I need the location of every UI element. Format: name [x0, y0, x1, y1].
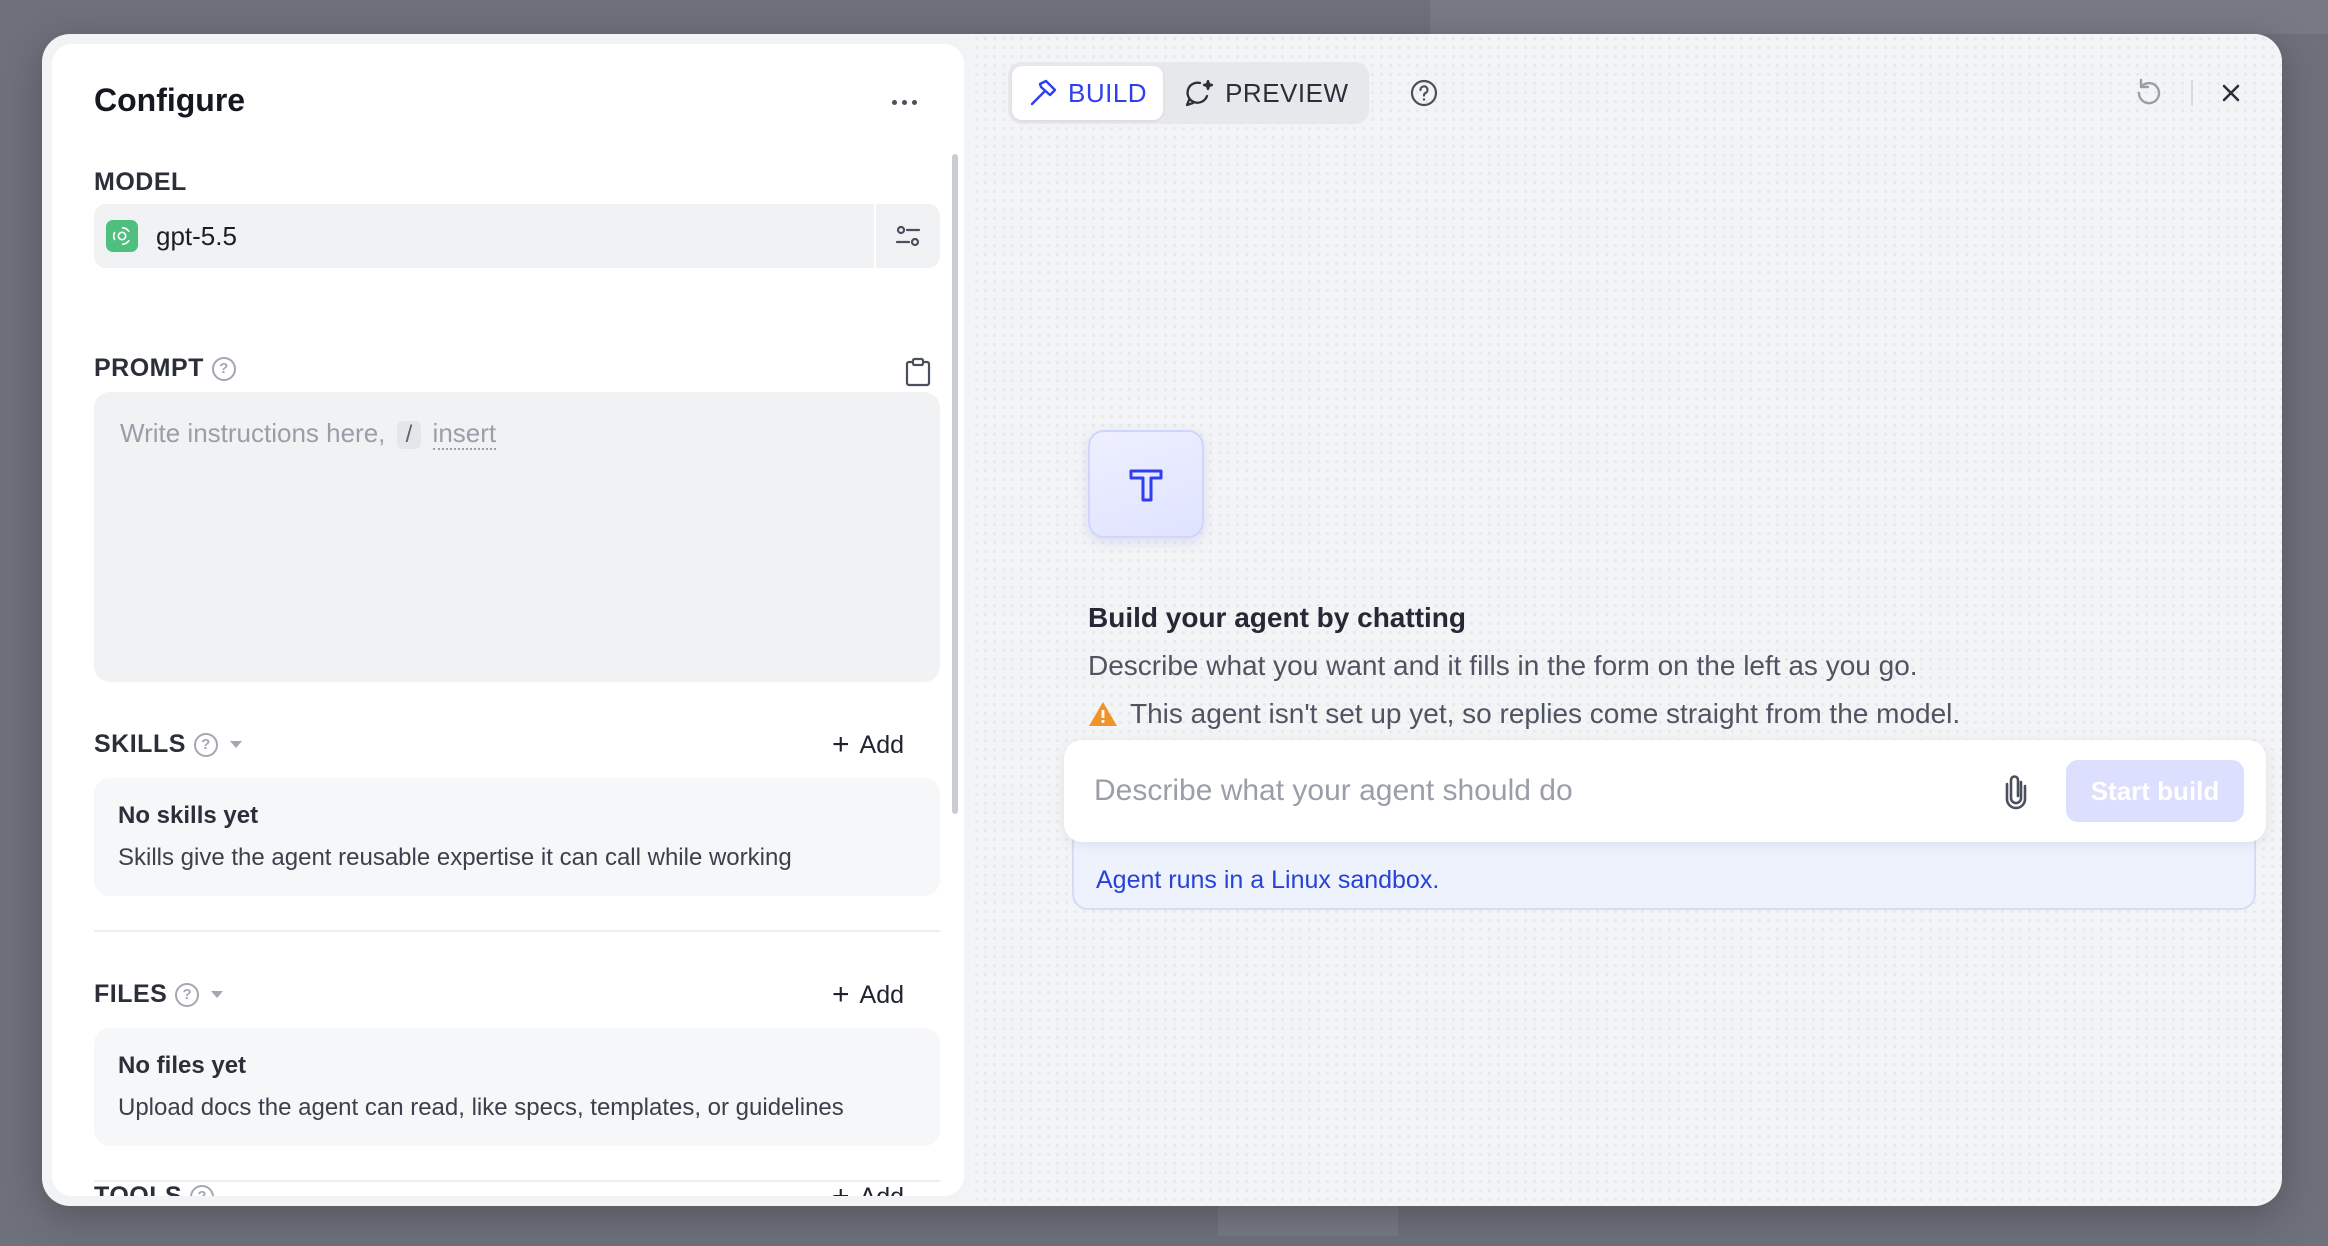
help-circle-icon[interactable]: ? [211, 356, 236, 381]
mode-tabs: BUILD PREVIEW [1008, 62, 1369, 124]
plus-icon: + [832, 728, 850, 761]
help-circle-icon[interactable]: ? [190, 1184, 215, 1196]
model-label-text: MODEL [94, 168, 187, 196]
openai-logo-icon [106, 220, 138, 252]
paperclip-icon [2005, 775, 2027, 810]
skills-empty-title: No skills yet [118, 802, 259, 829]
close-button[interactable] [2216, 78, 2246, 108]
agent-description-input[interactable] [1094, 774, 1994, 808]
prompt-placeholder: Write instructions here, [120, 418, 386, 448]
add-skill-button[interactable]: + Add [832, 730, 904, 760]
skills-empty-state: No skills yet Skills give the agent reus… [94, 778, 940, 896]
setup-warning: This agent isn't set up yet, so replies … [1088, 698, 1960, 730]
chat-composer: Start build [1064, 740, 2266, 842]
slash-key-hint: / [396, 421, 422, 449]
plus-icon: + [832, 1182, 850, 1197]
help-button[interactable] [1409, 78, 1439, 108]
skills-label-text: SKILLS [94, 730, 186, 758]
model-settings-button[interactable] [876, 204, 940, 268]
clipboard-button[interactable] [898, 352, 938, 392]
files-empty-title: No files yet [118, 1052, 247, 1079]
backdrop-block [1218, 1206, 1398, 1236]
model-select-button[interactable]: gpt-5.5 [94, 204, 874, 268]
prompt-label: PROMPT ? [94, 354, 236, 383]
section-divider [94, 930, 940, 932]
hero-description: Describe what you want and it fills in t… [1088, 650, 1918, 681]
hero-hammer-badge [1088, 430, 1204, 538]
warning-icon [1089, 702, 1117, 726]
scrollbar[interactable] [952, 154, 958, 814]
hammer-icon [1030, 79, 1057, 106]
builder-panel: BUILD PREVIEW Build your agent by chatti… [972, 34, 2282, 1206]
attach-button[interactable] [1994, 769, 2038, 813]
tab-build-label: BUILD [1068, 77, 1148, 108]
more-horizontal-icon-dot [901, 99, 907, 105]
model-name: gpt-5.5 [156, 220, 237, 251]
tools-label[interactable]: TOOLS ? [94, 1182, 215, 1196]
tab-preview[interactable]: PREVIEW [1167, 66, 1364, 120]
more-options-button[interactable] [882, 84, 926, 120]
add-file-label: Add [859, 980, 905, 1009]
backdrop-block [1430, 0, 2328, 34]
help-circle-icon[interactable]: ? [175, 982, 200, 1007]
hero-title: Build your agent by chatting [1088, 602, 1467, 633]
plus-icon: + [832, 978, 850, 1011]
setup-warning-text: This agent isn't set up yet, so replies … [1130, 698, 1961, 729]
tab-preview-label: PREVIEW [1225, 77, 1349, 108]
files-empty-state: No files yet Upload docs the agent can r… [94, 1028, 940, 1146]
close-icon [2222, 84, 2240, 102]
help-circle-icon [1410, 79, 1438, 107]
toolbar-separator [2191, 80, 2193, 106]
add-tool-label: Add [860, 1183, 904, 1197]
model-selector: gpt-5.5 [94, 204, 940, 268]
tab-build[interactable]: BUILD [1012, 66, 1164, 120]
model-label: MODEL [94, 168, 187, 197]
start-build-button[interactable]: Start build [2066, 760, 2244, 822]
configure-modal: Configure MODEL gpt-5.5 PROMPT ? Write i… [42, 34, 2282, 1206]
more-horizontal-icon-dot [911, 99, 917, 105]
sandbox-note-text: Agent runs in a Linux sandbox. [1096, 866, 1440, 894]
files-label-text: FILES [94, 980, 168, 1008]
configure-panel: Configure MODEL gpt-5.5 PROMPT ? Write i… [52, 44, 964, 1196]
caret-down-icon [211, 991, 224, 998]
insert-hint: insert [432, 418, 497, 450]
caret-down-icon [229, 741, 242, 748]
sparkle-chat-icon [1185, 79, 1214, 107]
clipboard-icon [905, 357, 931, 387]
prompt-label-text: PROMPT [94, 354, 204, 382]
hammer-icon [1129, 469, 1163, 502]
reload-icon [2137, 78, 2161, 105]
sliders-icon [895, 225, 921, 247]
reload-button[interactable] [2132, 76, 2166, 110]
help-circle-icon[interactable]: ? [193, 732, 218, 757]
skills-empty-description: Skills give the agent reusable expertise… [118, 844, 792, 871]
skills-label[interactable]: SKILLS ? [94, 730, 242, 759]
section-divider [94, 1180, 940, 1182]
tools-label-text: TOOLS [94, 1182, 183, 1196]
prompt-editor[interactable]: Write instructions here, / insert [94, 392, 940, 682]
files-empty-description: Upload docs the agent can read, like spe… [118, 1094, 844, 1121]
more-horizontal-icon [891, 99, 897, 105]
add-tool-button[interactable]: + Add [832, 1182, 904, 1197]
files-label[interactable]: FILES ? [94, 980, 224, 1009]
panel-title: Configure [94, 82, 246, 118]
add-file-button[interactable]: + Add [832, 980, 904, 1010]
add-skill-label: Add [859, 730, 905, 759]
